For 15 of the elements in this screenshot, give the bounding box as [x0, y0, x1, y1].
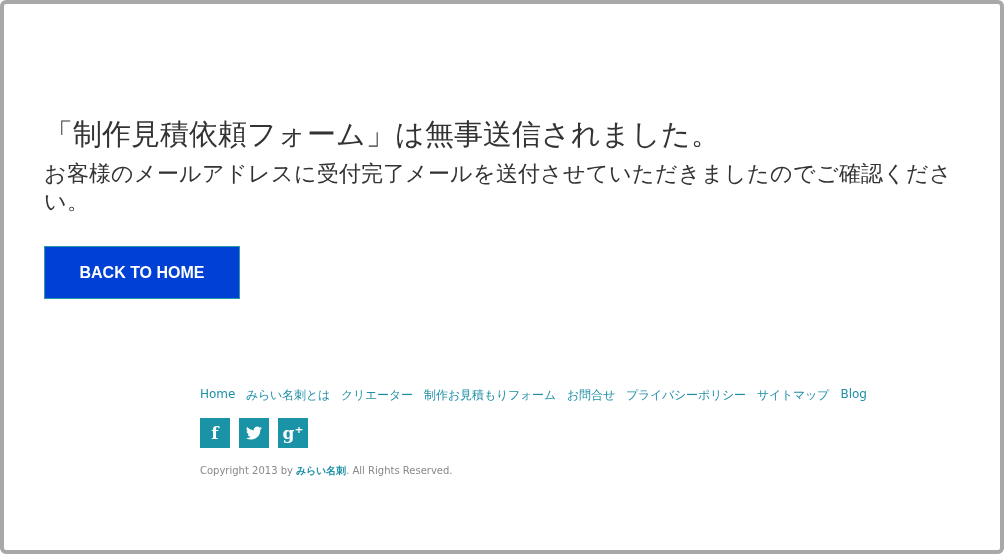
footer-link[interactable]: お問合せ	[567, 387, 616, 404]
confirmation-title: 「制作見積依頼フォーム」は無事送信されました。	[44, 116, 721, 153]
footer-link[interactable]: クリエーター	[341, 387, 414, 404]
footer-link[interactable]: Blog	[840, 387, 867, 404]
footer-link[interactable]: 制作お見積もりフォーム	[424, 387, 557, 404]
google-plus-icon[interactable]: g⁺	[278, 418, 308, 448]
bird-icon[interactable]	[239, 418, 269, 448]
footer-link[interactable]: プライバシーポリシー	[626, 387, 747, 404]
back-to-home-button[interactable]: BACK TO HOME	[44, 246, 240, 299]
footer-link[interactable]: みらい名刺とは	[246, 387, 331, 404]
footer-link[interactable]: サイトマップ	[757, 387, 830, 404]
facebook-icon[interactable]: f	[200, 418, 230, 448]
footer-link[interactable]: Home	[200, 387, 236, 404]
confirmation-message: お客様のメールアドレスに受付完了メールを送付させていただきましたのでご確認ください。	[44, 160, 953, 216]
copyright-text: Copyright 2013 by みらい名刺. All Rights Reserved.	[200, 464, 454, 478]
